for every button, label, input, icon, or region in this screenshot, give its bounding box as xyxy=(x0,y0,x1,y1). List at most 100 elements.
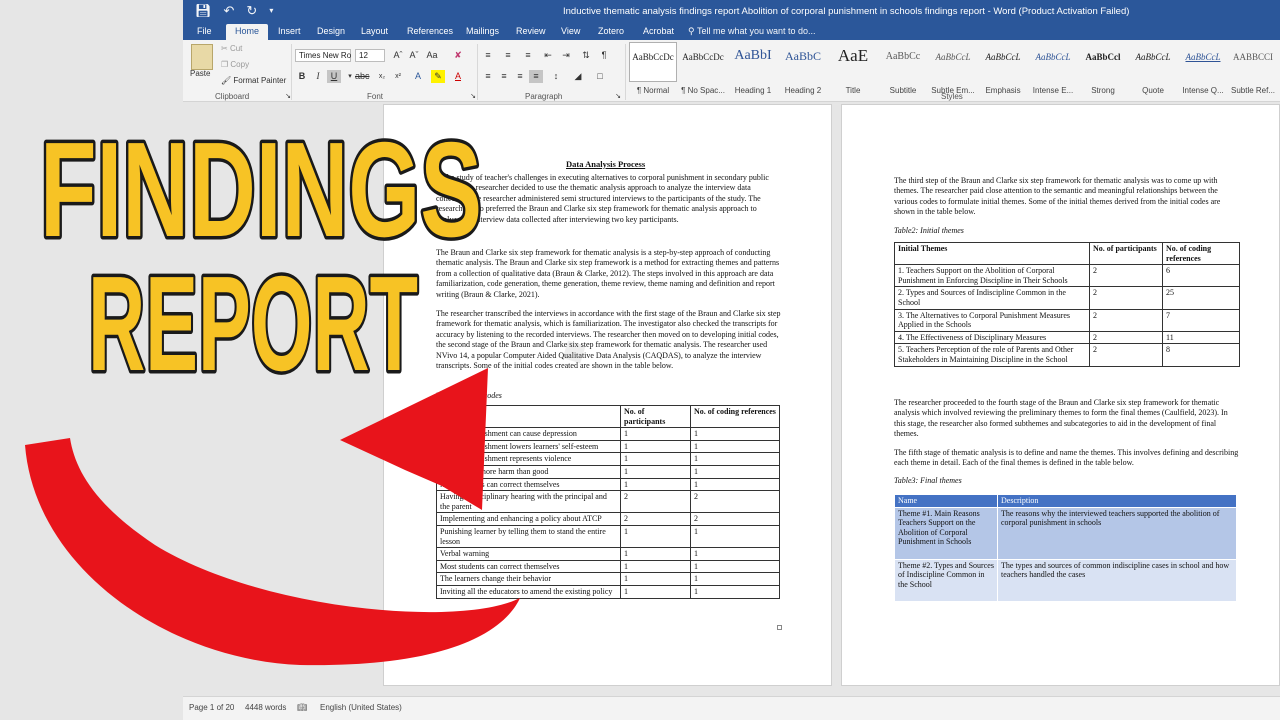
style-preview: AaBbCcDc xyxy=(682,52,724,62)
grow-font-icon[interactable]: Aˆ xyxy=(391,49,405,62)
line-spacing-icon[interactable]: ↕ xyxy=(549,70,563,83)
style-quote[interactable]: AaBbCcL Quote xyxy=(1129,52,1177,95)
table-header: Initial Codes xyxy=(436,404,621,429)
tab-layout[interactable]: Layout xyxy=(361,26,388,36)
table-cell: 1 xyxy=(620,547,691,561)
redo-icon[interactable]: ↻ xyxy=(246,3,257,19)
clipboard-launcher-icon[interactable]: ↘ xyxy=(281,90,295,103)
underline-button[interactable]: U xyxy=(327,70,341,83)
align-center-icon[interactable]: ≡ xyxy=(497,70,511,83)
style-subtle-reference[interactable]: AABBCCI Subtle Ref... xyxy=(1229,52,1277,95)
customize-qat-icon[interactable]: ▾ xyxy=(269,3,273,19)
style-normal[interactable]: AaBbCcDc ¶ Normal xyxy=(629,52,677,95)
style-subtitle[interactable]: AaBbCc Subtitle xyxy=(879,51,927,95)
justify-icon[interactable]: ≡ xyxy=(529,70,543,83)
proofing-icon[interactable]: 📖︎ xyxy=(297,703,307,712)
style-title[interactable]: AaE Title xyxy=(829,46,877,95)
brush-icon: 🖌︎ xyxy=(221,76,232,85)
multilevel-list-icon[interactable]: ≡ xyxy=(521,49,535,62)
bold-button[interactable]: B xyxy=(295,70,309,83)
table-cell: 8 xyxy=(1162,343,1240,367)
table-row: Verbal warning 1 1 xyxy=(436,547,780,561)
style-strong[interactable]: AaBbCcl Strong xyxy=(1079,52,1127,95)
style-no-spacing[interactable]: AaBbCcDc ¶ No Spac... xyxy=(679,52,727,95)
document-page-2[interactable]: The third step of the Braun and Clarke s… xyxy=(841,104,1280,686)
table-cell: 1 xyxy=(690,547,780,561)
sort-icon[interactable]: ⇅ xyxy=(579,49,593,62)
increase-indent-icon[interactable]: ⇥ xyxy=(559,49,573,62)
font-name-box[interactable]: Times New Ro xyxy=(295,49,351,62)
table-cell: Inviting all the educators to amend the … xyxy=(436,584,621,599)
table-cell: The learners change their behavior xyxy=(436,572,621,586)
borders-icon[interactable]: □ xyxy=(593,70,607,83)
clear-formatting-icon[interactable]: ✘ xyxy=(451,49,465,62)
font-color-icon[interactable]: A xyxy=(451,70,465,83)
show-formatting-icon[interactable]: ¶ xyxy=(597,49,611,62)
style-emphasis[interactable]: AaBbCcL Emphasis xyxy=(979,52,1027,95)
tab-zotero[interactable]: Zotero xyxy=(598,26,624,36)
table-cell: 3. The Alternatives to Corporal Punishme… xyxy=(894,308,1090,332)
paste-button[interactable]: Paste xyxy=(190,69,210,78)
align-right-icon[interactable]: ≡ xyxy=(513,70,527,83)
highlight-icon[interactable]: ✎ xyxy=(431,70,445,83)
text-effects-icon[interactable]: A xyxy=(411,70,425,83)
cut-label: Cut xyxy=(229,44,243,53)
strikethrough-icon[interactable]: abc xyxy=(355,70,370,83)
style-heading-2[interactable]: AaBbC Heading 2 xyxy=(779,49,827,95)
bullets-icon[interactable]: ≡ xyxy=(481,49,495,62)
table-header-row: Initial Codes No. of participants No. of… xyxy=(436,404,780,429)
paragraph: The Braun and Clarke six step framework … xyxy=(436,248,780,299)
undo-icon[interactable]: ↶ xyxy=(224,3,235,19)
document-title: Inductive thematic analysis findings rep… xyxy=(563,6,1130,17)
tab-home[interactable]: Home xyxy=(226,24,269,40)
table-header: No. of participants xyxy=(1089,241,1163,266)
tell-me-text: Tell me what you want to do... xyxy=(696,26,816,36)
word-count[interactable]: 4448 words xyxy=(245,703,286,712)
table-row: Having a disciplinary hearing with the p… xyxy=(436,490,780,514)
document-page-1[interactable]: Data Analysis Process In the study of te… xyxy=(383,104,832,686)
table-resize-handle[interactable] xyxy=(777,625,782,630)
table-cell: 2 xyxy=(1089,286,1163,310)
tab-file[interactable]: File xyxy=(197,26,212,36)
tab-view[interactable]: View xyxy=(561,26,580,36)
subscript-icon[interactable]: x₂ xyxy=(375,70,389,83)
cut-button[interactable]: ✂ Cut xyxy=(221,44,242,53)
style-intense-emphasis[interactable]: AaBbCcL Intense E... xyxy=(1029,52,1077,95)
style-name: Emphasis xyxy=(985,86,1021,95)
style-heading-1[interactable]: AaBbI Heading 1 xyxy=(729,48,777,95)
tab-references[interactable]: References xyxy=(407,26,453,36)
shading-icon[interactable]: ◢ xyxy=(571,70,585,83)
font-size-box[interactable]: 12 xyxy=(355,49,385,62)
format-painter-button[interactable]: 🖌︎ Format Painter xyxy=(221,76,286,85)
paragraph-launcher-icon[interactable]: ↘ xyxy=(611,90,625,103)
numbering-icon[interactable]: ≡ xyxy=(501,49,515,62)
align-left-icon[interactable]: ≡ xyxy=(481,70,495,83)
style-intense-quote[interactable]: AaBbCcL Intense Q... xyxy=(1179,52,1227,95)
tab-acrobat[interactable]: Acrobat xyxy=(643,26,674,36)
page-count[interactable]: Page 1 of 20 xyxy=(189,703,234,712)
tab-review[interactable]: Review xyxy=(516,26,546,36)
shrink-font-icon[interactable]: Aˇ xyxy=(407,49,421,62)
style-name: Title xyxy=(845,86,861,95)
change-case-icon[interactable]: Aa xyxy=(425,49,439,62)
superscript-icon[interactable]: x² xyxy=(391,70,405,83)
copy-button[interactable]: ❐ Copy xyxy=(221,60,249,69)
style-name: Quote xyxy=(1142,86,1164,95)
tab-insert[interactable]: Insert xyxy=(278,26,301,36)
table-row: Corporal punishment can cause depression… xyxy=(436,427,780,441)
table-cell: The reasons why the interviewed teachers… xyxy=(997,506,1237,560)
table-cell: It can cause more harm than good xyxy=(436,464,621,479)
table-header: No. of coding references xyxy=(690,404,780,429)
paste-icon[interactable] xyxy=(191,44,213,70)
style-preview: AaBbCcL xyxy=(1035,52,1071,62)
tell-me-search[interactable]: ⚲ Tell me what you want to do... xyxy=(688,26,816,37)
save-icon[interactable]: 💾︎ xyxy=(195,3,212,19)
italic-button[interactable]: I xyxy=(311,70,325,83)
table-cell: 25 xyxy=(1162,286,1240,310)
language-indicator[interactable]: English (United States) xyxy=(320,703,402,712)
table-cell: 2 xyxy=(620,490,691,514)
decrease-indent-icon[interactable]: ⇤ xyxy=(541,49,555,62)
tab-design[interactable]: Design xyxy=(317,26,345,36)
tab-mailings[interactable]: Mailings xyxy=(466,26,499,36)
table-caption: Table3: Final themes xyxy=(894,476,962,485)
